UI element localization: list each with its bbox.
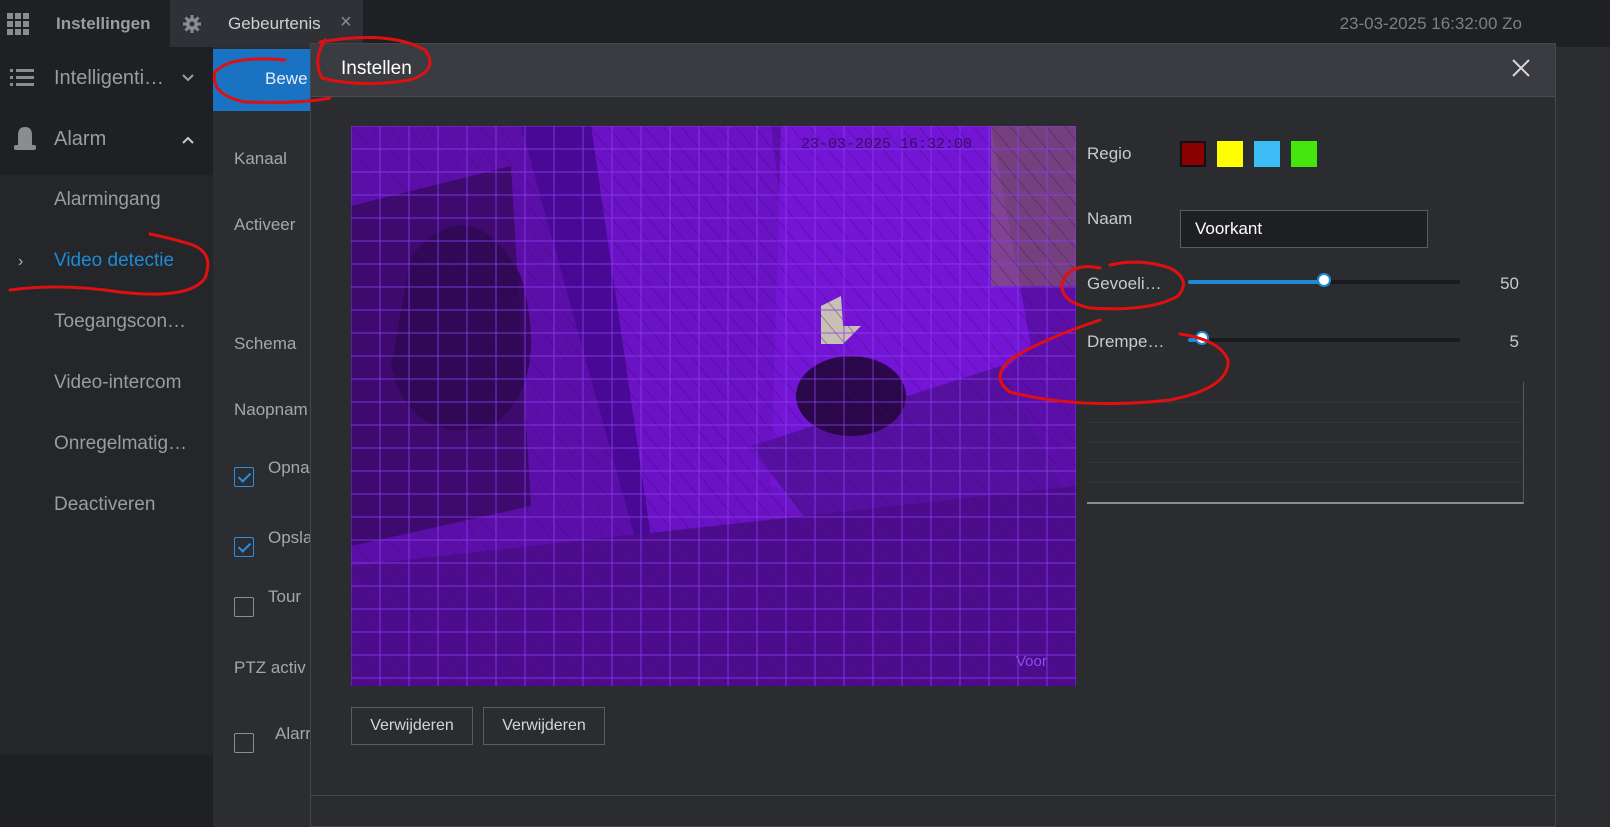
app-title: Instellingen bbox=[56, 14, 151, 33]
sidebar-item-toegangscontrole[interactable]: Toegangscon… bbox=[54, 311, 186, 333]
event-gear-icon bbox=[183, 15, 201, 33]
checkbox-opslag[interactable] bbox=[234, 537, 254, 557]
sidebar-section-alarm[interactable]: Alarm bbox=[0, 119, 213, 159]
sidebar-section-label: Alarm bbox=[54, 128, 107, 150]
checkbox-alarm[interactable] bbox=[234, 733, 254, 753]
threshold-slider[interactable] bbox=[1188, 331, 1460, 345]
checkbox-opname[interactable] bbox=[234, 467, 254, 487]
delete-button-1[interactable]: Verwijderen bbox=[351, 707, 473, 745]
label-opname: Opna bbox=[268, 458, 310, 477]
graph-gridline bbox=[1087, 402, 1523, 403]
camera-preview[interactable]: 23-03-2025 16:32:00 Voor bbox=[351, 126, 1076, 686]
video-timestamp: 23-03-2025 16:32:00 bbox=[801, 136, 972, 153]
label-naopname: Naopnam bbox=[234, 400, 308, 419]
sensitivity-slider[interactable] bbox=[1188, 273, 1460, 287]
sensitivity-value: 50 bbox=[1500, 274, 1519, 293]
sidebar-section-intelligent[interactable]: Intelligenti… bbox=[0, 61, 213, 97]
region-color-2[interactable] bbox=[1217, 141, 1243, 167]
label-tour: Tour bbox=[268, 587, 302, 606]
sensitivity-slider-thumb[interactable] bbox=[1317, 273, 1331, 287]
graph-gridline bbox=[1087, 482, 1523, 483]
region-color-4[interactable] bbox=[1291, 141, 1317, 167]
tab-close-button[interactable]: × bbox=[340, 11, 352, 34]
label-activeer: Activeer bbox=[234, 215, 296, 234]
dialog-title: Instellen bbox=[341, 58, 412, 79]
sidebar-section-label: Intelligenti… bbox=[54, 67, 165, 89]
label-schema: Schema bbox=[234, 334, 297, 353]
label-ptz-activeren: PTZ activ bbox=[234, 658, 306, 677]
datetime-display: 23-03-2025 16:32:00 Zo bbox=[1339, 14, 1522, 33]
top-bar: Instellingen Gebeurtenis × 23-03-2025 16… bbox=[0, 0, 1610, 47]
instellen-dialog: Instellen 23-03-2025 16:32:00 Voor Verwi… bbox=[310, 43, 1556, 827]
label-opslag: Opsla bbox=[268, 528, 313, 547]
detection-grid-overlay[interactable]: 23-03-2025 16:32:00 Voor bbox=[351, 126, 1076, 686]
threshold-slider-thumb[interactable] bbox=[1194, 331, 1209, 345]
sidebar-submenu: Alarmingang › Video detectie Toegangscon… bbox=[0, 175, 213, 755]
camera-name: Voor bbox=[1016, 653, 1047, 670]
chevron-down-icon bbox=[182, 74, 194, 82]
tab-label: Gebeurtenis bbox=[228, 14, 321, 33]
label-naam: Naam bbox=[1087, 209, 1133, 228]
sidebar-item-deactiveren[interactable]: Deactiveren bbox=[54, 494, 155, 516]
region-color-1[interactable] bbox=[1180, 141, 1206, 167]
graph-gridline bbox=[1087, 422, 1523, 423]
tab-gebeurtenis[interactable]: Gebeurtenis × bbox=[170, 0, 363, 47]
chevron-right-icon: › bbox=[18, 253, 24, 270]
sidebar-item-video-intercom[interactable]: Video-intercom bbox=[54, 372, 181, 394]
list-icon bbox=[10, 69, 34, 86]
graph-gridline bbox=[1087, 462, 1523, 463]
label-kanaal: Kanaal bbox=[234, 149, 287, 168]
checkbox-tour[interactable] bbox=[234, 597, 254, 617]
label-regio: Regio bbox=[1087, 144, 1132, 163]
sidebar-item-onregelmatigheid[interactable]: Onregelmatig… bbox=[54, 433, 187, 455]
sidebar: Intelligenti… Alarm Alarmingang › Video … bbox=[0, 47, 213, 827]
apps-grid-icon[interactable] bbox=[6, 12, 30, 36]
label-gevoeligheid: Gevoeli… bbox=[1087, 274, 1162, 293]
close-icon[interactable] bbox=[1509, 56, 1533, 80]
sidebar-item-alarmingang[interactable]: Alarmingang bbox=[54, 189, 161, 211]
label-alarm: Alarr bbox=[275, 724, 311, 743]
label-drempel: Drempe… bbox=[1087, 332, 1165, 351]
sidebar-item-video-detectie[interactable]: Video detectie bbox=[54, 250, 174, 272]
chevron-up-icon bbox=[182, 136, 194, 144]
delete-button-2[interactable]: Verwijderen bbox=[483, 707, 605, 745]
threshold-value: 5 bbox=[1509, 332, 1519, 351]
sensitivity-slider-fill bbox=[1188, 280, 1324, 284]
name-input[interactable] bbox=[1180, 210, 1428, 248]
motion-graph bbox=[1087, 382, 1524, 504]
dialog-footer bbox=[311, 795, 1555, 826]
region-color-3[interactable] bbox=[1254, 141, 1280, 167]
tab-beweging-label: Bewe bbox=[265, 69, 308, 88]
graph-gridline bbox=[1087, 442, 1523, 443]
dialog-header: Instellen bbox=[311, 44, 1555, 97]
alarm-bell-icon bbox=[14, 127, 36, 150]
